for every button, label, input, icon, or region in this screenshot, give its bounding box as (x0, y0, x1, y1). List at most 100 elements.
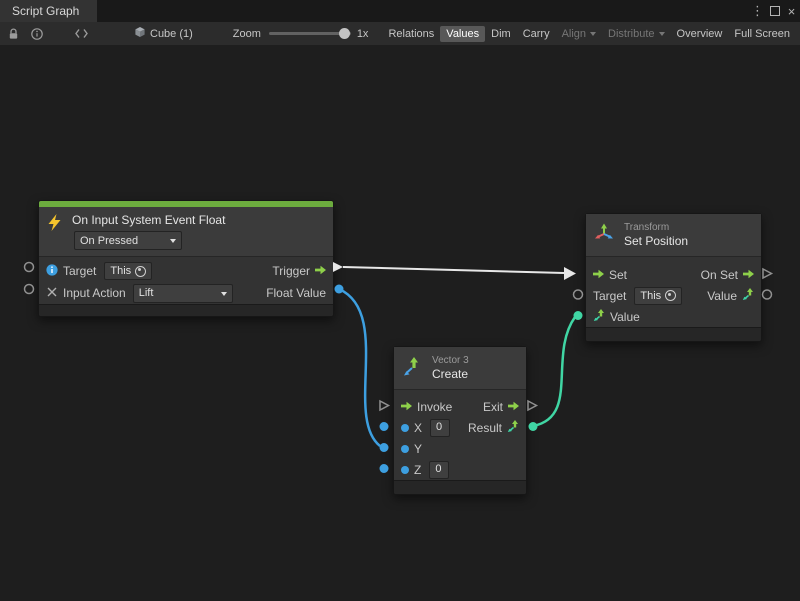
transform-set-in-port[interactable] (564, 267, 576, 280)
event-mode-dropdown[interactable]: On Pressed (74, 231, 182, 250)
transform-node-body: Set On Set Target This (586, 257, 761, 327)
transform-value-in-label: Value (610, 310, 640, 324)
flow-arrow-icon (593, 268, 604, 282)
vector3-invoke-label: Invoke (417, 400, 452, 414)
chevron-down-icon (170, 239, 176, 246)
event-target-this-value: This (110, 265, 131, 277)
kebab-menu-icon[interactable]: ⋮ (749, 0, 766, 22)
chevron-down-icon (659, 32, 665, 39)
vector3-invoke-in-port[interactable] (380, 401, 389, 410)
close-icon[interactable]: × (783, 0, 800, 22)
transform-on-set-out-port[interactable] (763, 269, 772, 278)
flow-arrow-icon (508, 400, 519, 414)
overview-button[interactable]: Overview (671, 26, 729, 42)
wire-flow-trigger-to-set[interactable] (343, 267, 564, 273)
maximize-icon[interactable] (766, 0, 783, 22)
distribute-button[interactable]: Distribute (602, 26, 670, 42)
wire-result-to-value[interactable] (533, 317, 575, 426)
event-target-in-port[interactable] (25, 263, 34, 272)
input-action-dropdown[interactable]: Lift (133, 284, 233, 303)
fullscreen-button[interactable]: Full Screen (728, 26, 796, 42)
info-icon[interactable] (31, 28, 43, 40)
transform-target-row: Target This Value (586, 285, 761, 306)
values-button[interactable]: Values (440, 26, 485, 42)
transform-value-in-row: Value (586, 306, 761, 327)
dim-button[interactable]: Dim (485, 26, 517, 42)
event-input-action-label: Input Action (63, 286, 126, 300)
code-icon[interactable] (75, 28, 88, 39)
object-picker-icon (135, 266, 146, 277)
node-on-input-system-event-float[interactable]: On Input System Event Float On Pressed T… (38, 200, 334, 317)
transform-set-label: Set (609, 268, 627, 282)
node-transform-set-position[interactable]: Transform Set Position Set On Set (585, 213, 762, 342)
window-titlebar: Script Graph ⋮ × (0, 0, 800, 22)
vector3-mini-icon (593, 309, 605, 324)
vector3-y-in-port[interactable] (380, 443, 389, 452)
vector3-mini-icon (742, 288, 754, 303)
transform-node-header: Transform Set Position (586, 214, 761, 257)
wire-float-value-to-y[interactable] (339, 289, 380, 446)
transform-value-in-port[interactable] (574, 311, 583, 320)
transform-type-label: Transform (624, 222, 688, 234)
event-float-value-label: Float Value (266, 286, 326, 300)
titlebar-spacer (97, 0, 749, 22)
vector3-icon (402, 356, 422, 376)
transform-set-row: Set On Set (586, 264, 761, 285)
float-port-icon (401, 424, 409, 432)
lock-icon[interactable] (8, 28, 19, 40)
transform-on-set-label: On Set (701, 268, 738, 282)
flow-arrow-icon (743, 268, 754, 282)
vector3-x-in-port[interactable] (380, 422, 389, 431)
float-port-icon (401, 466, 409, 474)
event-float-value-out-port[interactable] (335, 285, 344, 294)
event-mode-value: On Pressed (80, 235, 138, 247)
vector3-node-header: Vector 3 Create (394, 347, 526, 390)
cube-icon (134, 26, 146, 41)
vector3-z-row: Z 0 (394, 459, 526, 480)
vector3-result-out-port[interactable] (529, 422, 538, 431)
flow-arrow-icon (315, 264, 326, 278)
align-button[interactable]: Align (556, 26, 602, 42)
transform-value-out-port[interactable] (763, 290, 772, 299)
vector3-exit-label: Exit (483, 400, 503, 414)
vector3-result-label: Result (468, 421, 502, 435)
tab-title: Script Graph (12, 4, 79, 18)
transform-value-out-label: Value (707, 289, 737, 303)
flow-arrow-icon (401, 400, 412, 414)
zoom-label: Zoom (233, 28, 261, 40)
tab-script-graph[interactable]: Script Graph (0, 0, 97, 22)
align-label: Align (562, 28, 586, 40)
chevron-down-icon (221, 292, 227, 299)
vector3-y-label: Y (414, 442, 422, 456)
zoom-slider[interactable] (269, 32, 351, 35)
transform-icon (594, 223, 614, 243)
event-node-title: On Input System Event Float (72, 213, 225, 227)
transform-node-footer (586, 327, 761, 341)
transform-node-title: Set Position (624, 234, 688, 248)
transform-target-this-chip[interactable]: This (634, 287, 682, 305)
vector3-mini-icon (507, 420, 519, 435)
zoom-slider-knob[interactable] (339, 28, 350, 39)
event-trigger-out-port[interactable] (333, 262, 343, 272)
vector3-type-label: Vector 3 (432, 355, 469, 367)
event-input-action-in-port[interactable] (25, 285, 34, 294)
event-input-action-row: Input Action Lift Float Value (39, 282, 333, 304)
float-port-icon (401, 445, 409, 453)
relations-button[interactable]: Relations (382, 26, 440, 42)
graph-canvas[interactable]: On Input System Event Float On Pressed T… (0, 45, 800, 601)
vector3-z-in-port[interactable] (380, 464, 389, 473)
carry-button[interactable]: Carry (517, 26, 556, 42)
z-value-field[interactable]: 0 (429, 461, 449, 479)
event-target-this-chip[interactable]: This (104, 262, 152, 280)
maximize-box (770, 6, 780, 16)
transform-target-in-port[interactable] (574, 290, 583, 299)
graph-target[interactable]: Cube (1) (134, 26, 193, 41)
node-vector3-create[interactable]: Vector 3 Create Invoke Exit (393, 346, 527, 495)
vector3-node-footer (394, 480, 526, 494)
chevron-down-icon (590, 32, 596, 39)
x-value-field[interactable]: 0 (430, 419, 450, 437)
zoom-value: 1x (357, 28, 369, 40)
vector3-exit-out-port[interactable] (528, 401, 537, 410)
event-node-header: On Input System Event Float On Pressed (39, 207, 333, 257)
object-picker-icon (665, 290, 676, 301)
